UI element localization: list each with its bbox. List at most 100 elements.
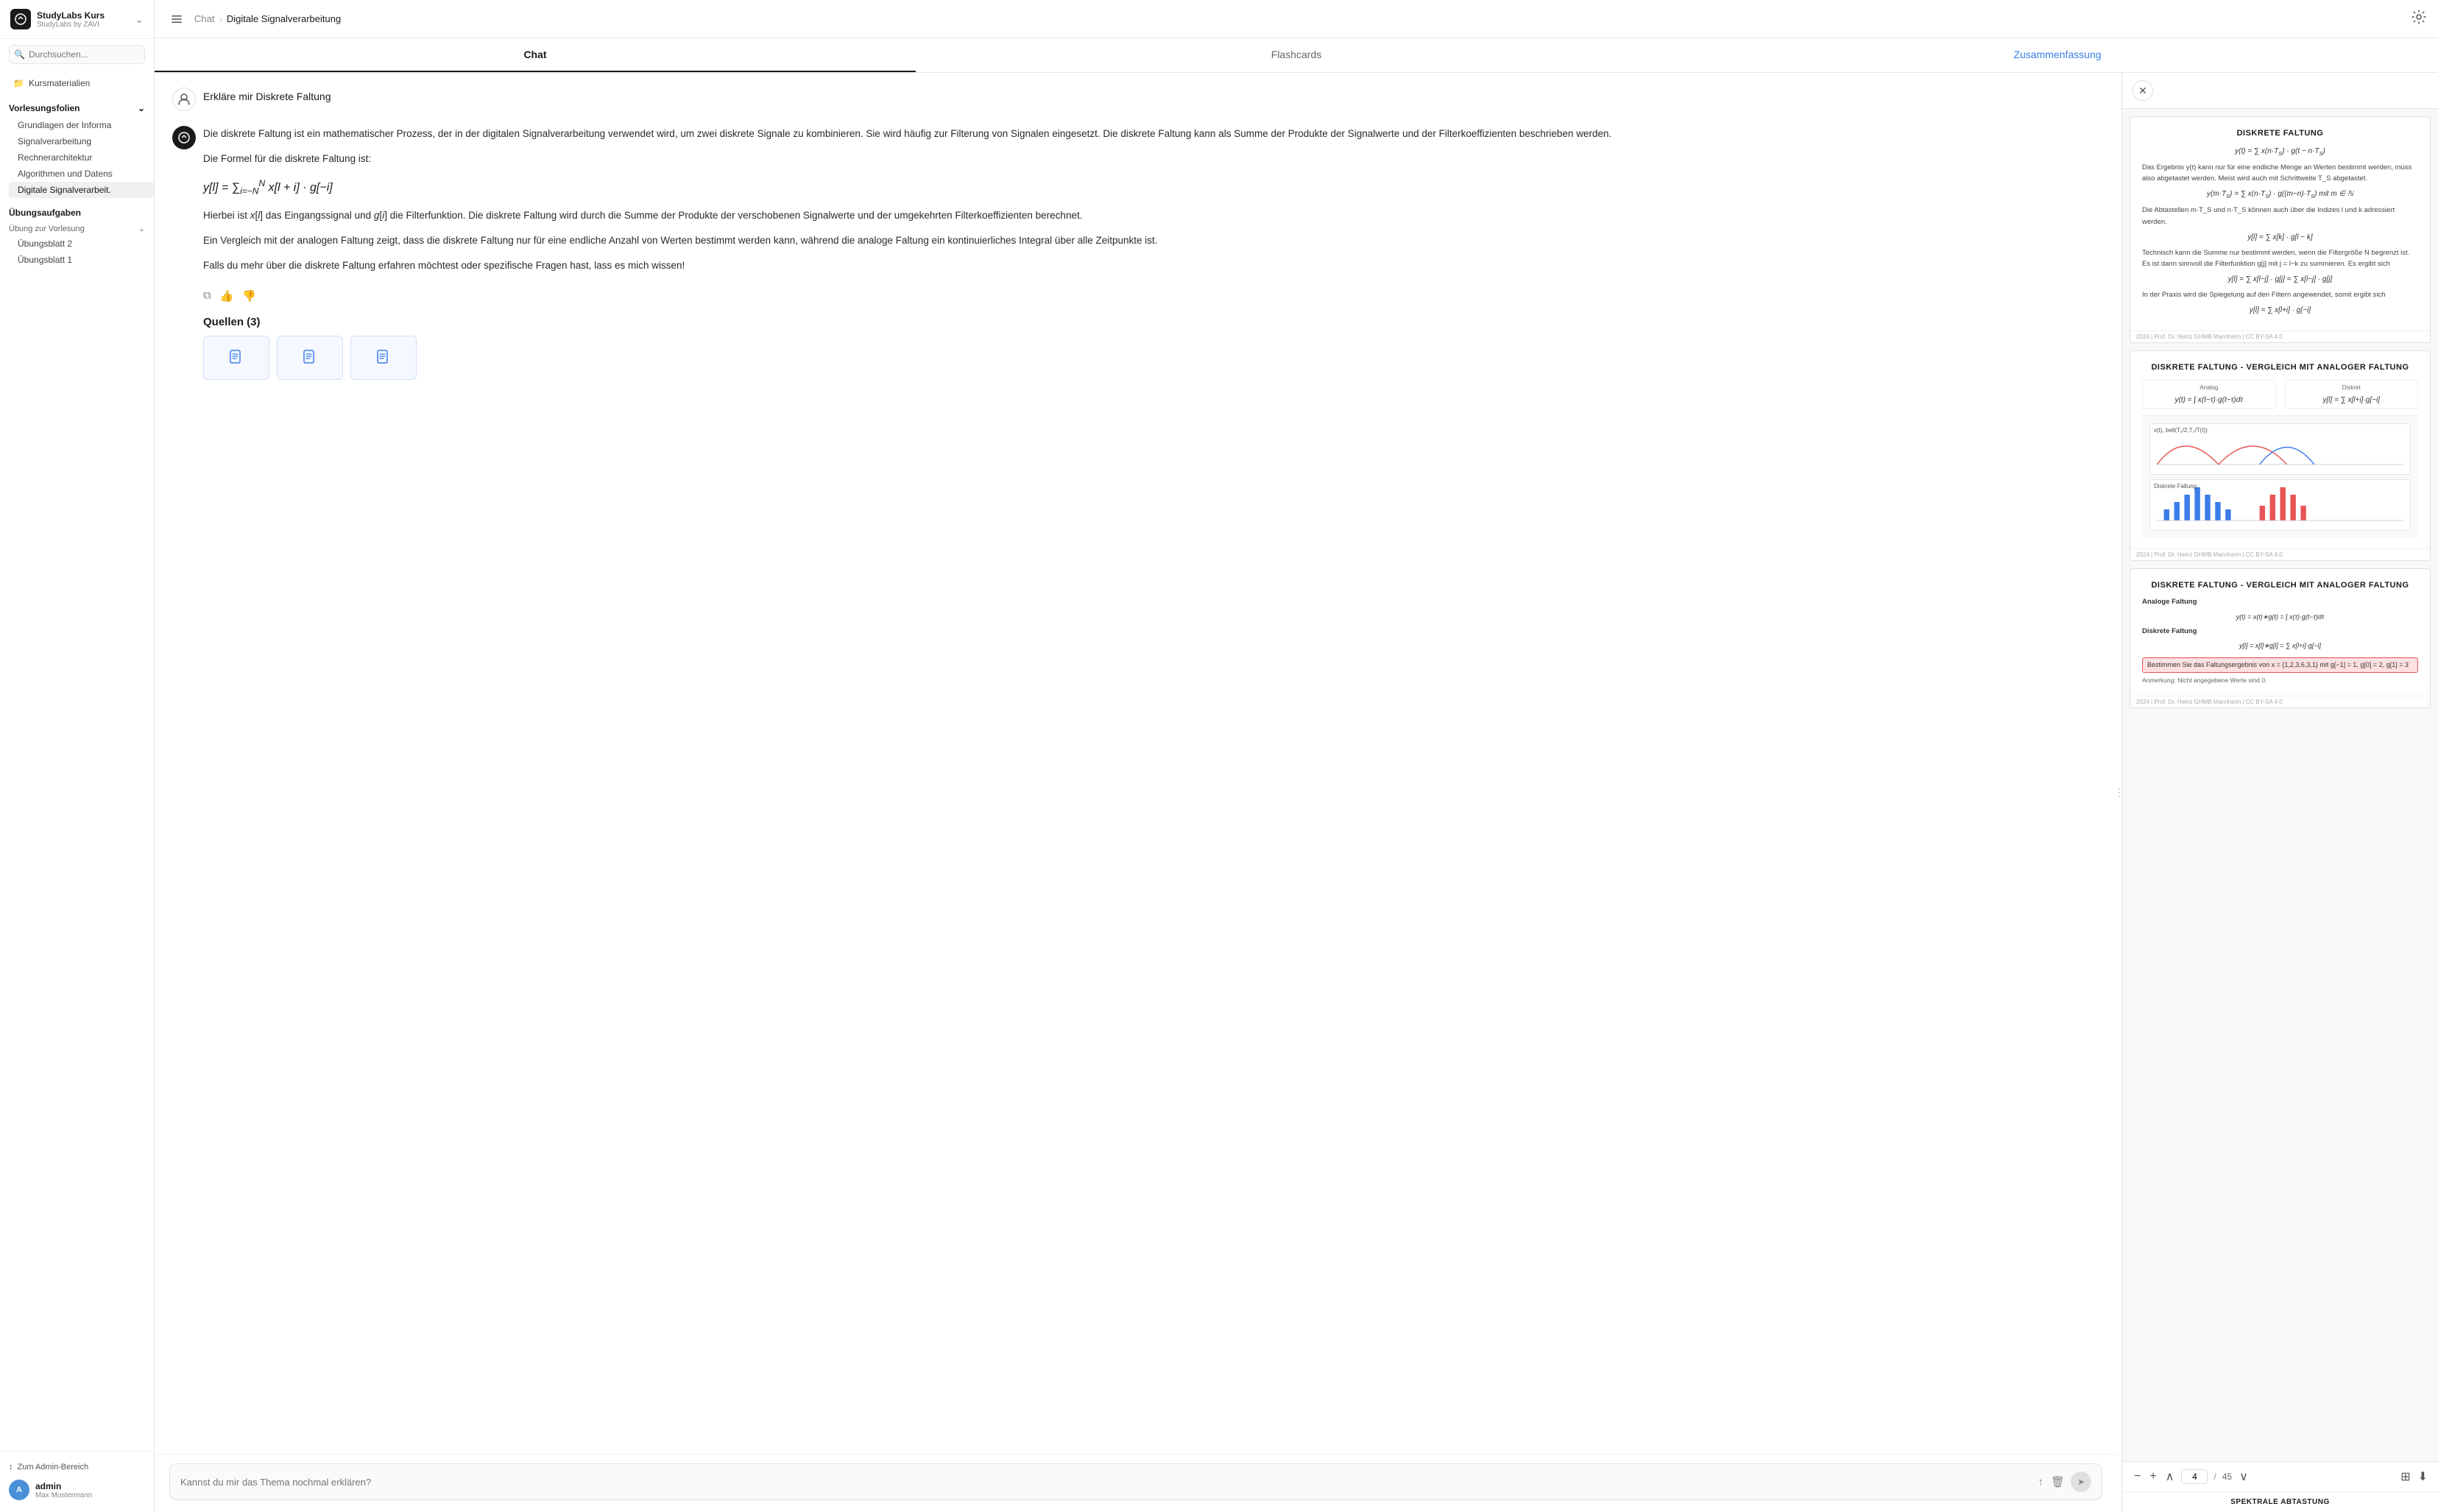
- scroll-down-button[interactable]: ∨: [2238, 1468, 2250, 1485]
- pdf-close-button[interactable]: ✕: [2133, 80, 2153, 101]
- sidebar: StudyLabs Kurs StudyLabs by ZAVI ⌄ 🔍 📁 K…: [0, 0, 155, 1512]
- tab-flashcards[interactable]: Flashcards: [916, 38, 1677, 72]
- exercises-section: Übungsaufgaben Übung zur Vorlesung ⌄ Übu…: [0, 201, 154, 271]
- tab-chat[interactable]: Chat: [155, 38, 916, 72]
- pdf-formula-2: y(m·TS) = ∑ x(n·TS) · g((m−n)·TS) mit m …: [2142, 188, 2418, 200]
- ai-logo-icon: [172, 126, 196, 149]
- uebung-vorlesung-header[interactable]: Übung zur Vorlesung ⌄: [0, 222, 154, 236]
- breadcrumb-current: Digitale Signalverarbeitung: [227, 13, 341, 24]
- ai-message: Die diskrete Faltung ist ein mathematisc…: [172, 126, 2099, 380]
- pdf-formula-5: y[l] = ∑ x[l+i] · g[−i]: [2142, 305, 2418, 316]
- materials-section: 📁 Kursmaterialien: [0, 70, 154, 96]
- chevron-icon: ⌄: [138, 103, 145, 113]
- sidebar-item-blatt2[interactable]: Übungsblatt 2: [9, 236, 154, 252]
- settings-icon[interactable]: [2412, 10, 2426, 28]
- zoom-in-button[interactable]: +: [2148, 1469, 2158, 1485]
- breadcrumb: Chat › Digitale Signalverarbeitung: [194, 13, 2404, 24]
- search-input[interactable]: [9, 45, 145, 64]
- sidebar-header: StudyLabs Kurs StudyLabs by ZAVI ⌄: [0, 0, 154, 39]
- breadcrumb-home[interactable]: Chat: [194, 13, 214, 24]
- ai-para-4: Ein Vergleich mit der analogen Faltung z…: [203, 233, 2099, 249]
- page-total: 45: [2222, 1472, 2232, 1482]
- download-button[interactable]: ⬇: [2418, 1469, 2428, 1484]
- upload-icon[interactable]: ↑: [2038, 1476, 2043, 1488]
- tabs-bar: Chat Flashcards Zusammenfassung: [155, 38, 2438, 73]
- copy-button[interactable]: ⧉: [203, 289, 211, 303]
- pdf-formula-3: y[l] = ∑ x[k] · g[l − k]: [2142, 232, 2418, 243]
- chat-input-actions: ↑ 🗑: [2038, 1475, 2065, 1488]
- sidebar-item-blatt1[interactable]: Übungsblatt 1: [9, 252, 154, 268]
- sidebar-item-grundlagen[interactable]: Grundlagen der Informa: [9, 117, 154, 133]
- next-section-title: SPEKTRALE ABTASTUNG: [2122, 1491, 2438, 1512]
- pdf-page-2-footer: 2024 | Prof. Dr. Heinz GHMB Mannheim | C…: [2130, 548, 2430, 560]
- ai-para-1: Die diskrete Faltung ist ein mathematisc…: [203, 126, 2099, 142]
- pdf-page-1-footer: 2024 | Prof. Dr. Heinz GHMB Mannheim | C…: [2130, 331, 2430, 342]
- content-area: Erkläre mir Diskrete Faltung Die diskret…: [155, 73, 2438, 1512]
- vorlesungen-header[interactable]: Vorlesungsfolien ⌄: [0, 99, 154, 117]
- ai-text: Die diskrete Faltung ist ein mathematisc…: [203, 126, 2099, 275]
- pdf-content: DISKRETE FALTUNG y(t) = ∑ x(n·TS) · g(t …: [2122, 109, 2438, 1461]
- pdf-page-2-title: DISKRETE FALTUNG - VERGLEICH MIT ANALOGE…: [2142, 361, 2418, 374]
- pdf-footer: − + ∧ / 45 ∨ ⊞ ⬇: [2122, 1461, 2438, 1491]
- pdf-page-3: DISKRETE FALTUNG - VERGLEICH MIT ANALOGE…: [2130, 568, 2431, 708]
- sidebar-item-algo[interactable]: Algorithmen und Datens: [9, 166, 154, 182]
- app-logo: [10, 9, 31, 29]
- pdf-formula-1: y(t) = ∑ x(n·TS) · g(t − n·TS): [2142, 146, 2418, 158]
- app-title: StudyLabs Kurs StudyLabs by ZAVI: [37, 10, 129, 29]
- pdf-footer-right: ⊞ ⬇: [2400, 1469, 2428, 1484]
- pdf-page-3-analog: y(t) = x(t)∗g(t) = ∫ x(τ)·g(t−τ)dτ: [2142, 612, 2418, 623]
- chat-panel: Erkläre mir Diskrete Faltung Die diskret…: [155, 73, 2117, 1512]
- pdf-panel: ✕ DISKRETE FALTUNG y(t) = ∑ x(n·TS) · g(…: [2121, 73, 2438, 1512]
- quelle-2[interactable]: [277, 336, 343, 380]
- formula-block: y[l] = ∑i=−NN x[l + i] · g[−i]: [203, 177, 2099, 199]
- admin-link[interactable]: ↕ Zum Admin-Bereich: [9, 1459, 145, 1475]
- ai-actions: ⧉ 👍 👎: [203, 283, 2099, 308]
- pdf-page-1: DISKRETE FALTUNG y(t) = ∑ x(n·TS) · g(t …: [2130, 116, 2431, 343]
- chat-messages: Erkläre mir Diskrete Faltung Die diskret…: [155, 73, 2117, 1454]
- pdf-page-1-content: DISKRETE FALTUNG y(t) = ∑ x(n·TS) · g(t …: [2130, 117, 2430, 331]
- fit-width-button[interactable]: ⊞: [2400, 1469, 2410, 1484]
- quellen-items: [203, 336, 2099, 380]
- scroll-up-button[interactable]: ∧: [2164, 1468, 2176, 1485]
- thumbs-up-button[interactable]: 👍: [220, 289, 234, 303]
- page-number-input[interactable]: [2181, 1469, 2208, 1484]
- folder-icon: 📁: [13, 78, 24, 88]
- uebungen-header[interactable]: Übungsaufgaben: [0, 204, 154, 222]
- ai-para-2: Die Formel für die diskrete Faltung ist:: [203, 151, 2099, 167]
- ai-para-5: Falls du mehr über die diskrete Faltung …: [203, 258, 2099, 274]
- avatar: A: [9, 1480, 29, 1500]
- send-button[interactable]: ➤: [2071, 1472, 2091, 1492]
- quellen-title: Quellen (3): [203, 316, 2099, 328]
- thumbs-down-button[interactable]: 👎: [242, 289, 256, 303]
- pdf-page-1-body: Das Ergebnis y(t) kann nur für eine endl…: [2142, 162, 2418, 184]
- quellen-section: Quellen (3): [203, 316, 2099, 380]
- pdf-page-1-title: DISKRETE FALTUNG: [2142, 127, 2418, 140]
- sidebar-chevron-icon[interactable]: ⌄: [135, 13, 144, 26]
- pdf-charts: x(t), bell(T₁/2,T₂/T(t)) Diskrete Faltun…: [2142, 415, 2418, 538]
- pdf-page-3-title: DISKRETE FALTUNG - VERGLEICH MIT ANALOGE…: [2142, 579, 2418, 592]
- pdf-analog-formula: y(t) = ∫ x(t−τ)·g(t−τ)dτ: [2146, 395, 2272, 406]
- chat-input[interactable]: [180, 1477, 2032, 1488]
- sidebar-item-rechner[interactable]: Rechnerarchitektur: [9, 149, 154, 166]
- pdf-diskret-formula: y[l] = ∑ x[l+i]·g[−i]: [2289, 395, 2415, 406]
- user-message-text: Erkläre mir Diskrete Faltung: [203, 88, 331, 102]
- pdf-page-3-diskret: y[l] = x[l]∗g[l] = ∑ x[l+i]·g[−i]: [2142, 641, 2418, 651]
- zoom-out-button[interactable]: −: [2133, 1469, 2142, 1485]
- pdf-header: ✕: [2122, 73, 2438, 109]
- pdf-formula-4: y[l] = ∑ x[l−j] · g[j] = ∑ x[l−j] · g[j]: [2142, 274, 2418, 285]
- vorlesungen-group: Vorlesungsfolien ⌄ Grundlagen der Inform…: [0, 96, 154, 201]
- sidebar-toggle-button[interactable]: [166, 9, 187, 29]
- tab-zusammenfassung[interactable]: Zusammenfassung: [1677, 38, 2438, 72]
- quelle-1[interactable]: [203, 336, 269, 380]
- main-content: Chat › Digitale Signalverarbeitung Chat …: [155, 0, 2438, 1512]
- sidebar-item-materials[interactable]: 📁 Kursmaterialien: [9, 74, 145, 92]
- sidebar-item-signal[interactable]: Signalverarbeitung: [9, 133, 154, 149]
- chevron-icon: ⌄: [138, 224, 145, 233]
- pdf-page-1-body3: Technisch kann die Summe nur bestimmt we…: [2142, 247, 2418, 269]
- delete-icon[interactable]: 🗑: [2051, 1475, 2065, 1488]
- sidebar-item-digitale[interactable]: Digitale Signalverarbeit.: [9, 182, 154, 198]
- search-icon: 🔍: [14, 49, 25, 60]
- user-message: Erkläre mir Diskrete Faltung: [172, 88, 2099, 111]
- quelle-3[interactable]: [350, 336, 417, 380]
- search-area: 🔍: [0, 39, 154, 70]
